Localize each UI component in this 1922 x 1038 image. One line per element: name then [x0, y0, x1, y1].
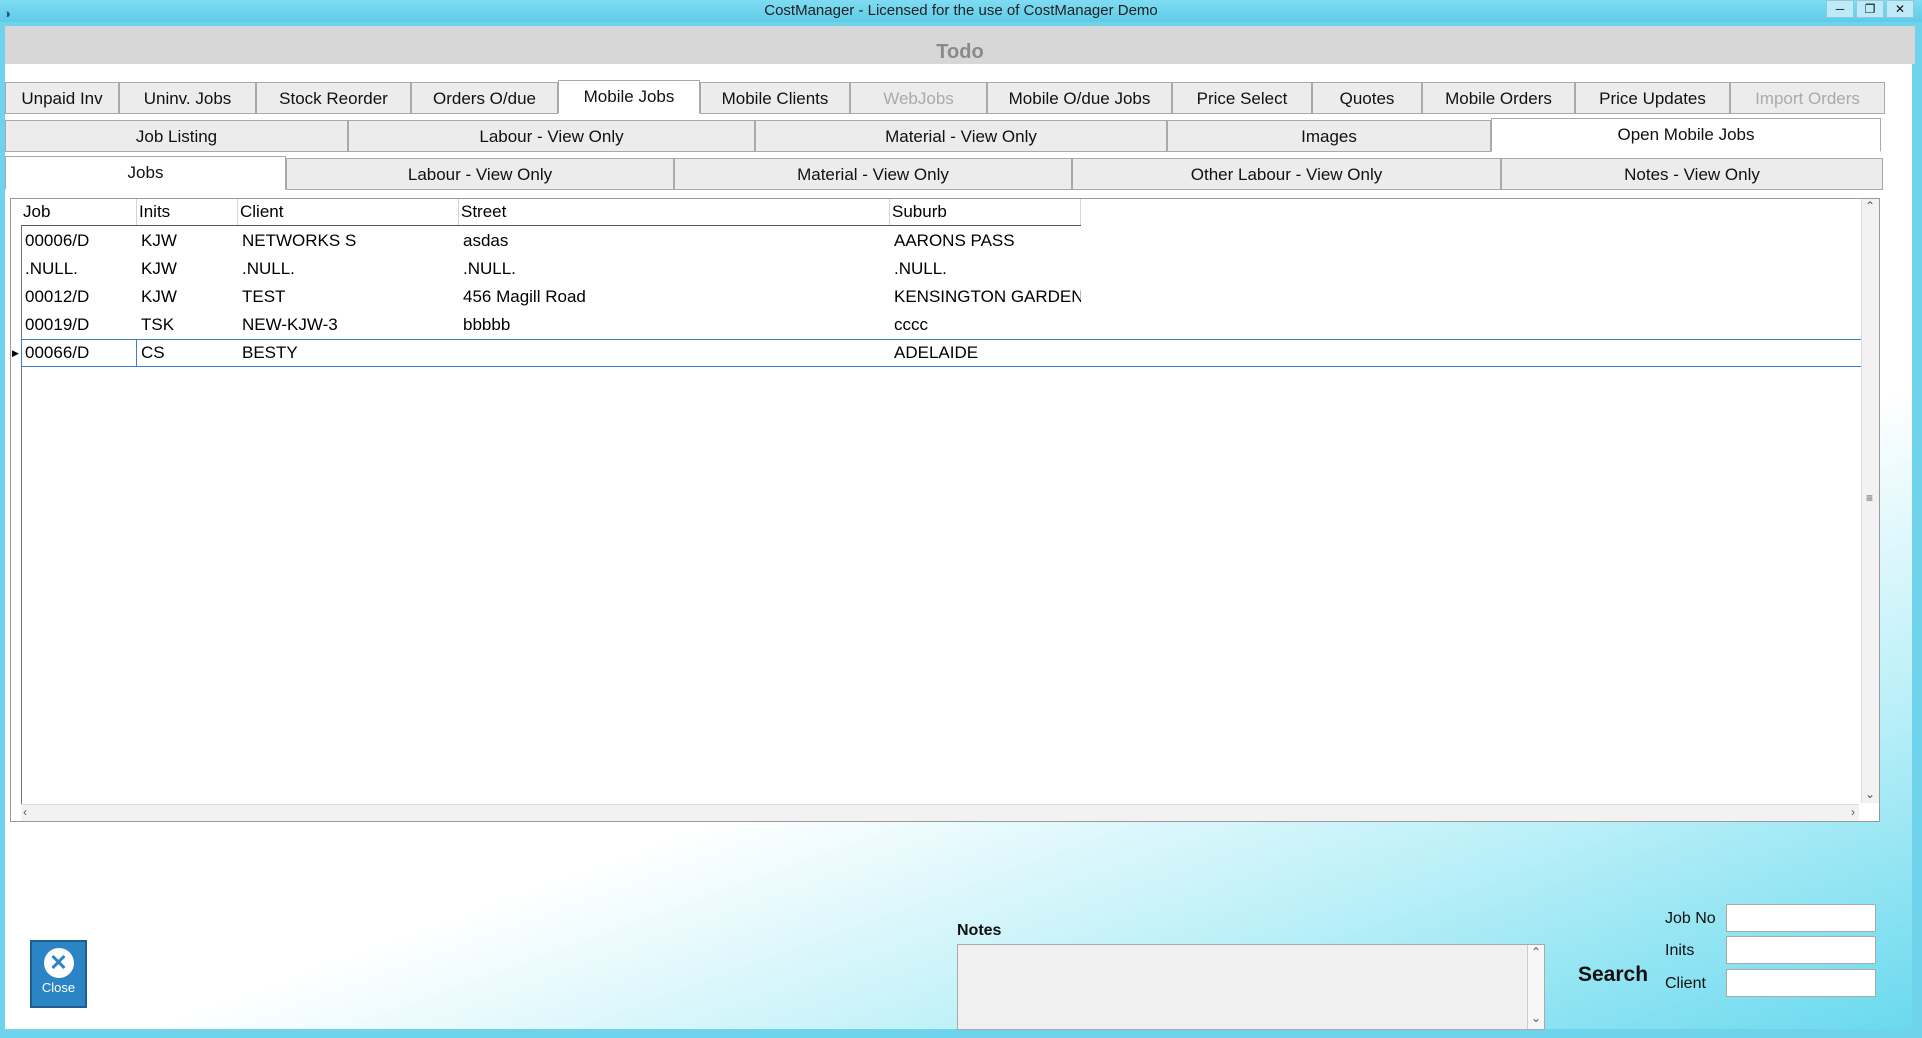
cell-client[interactable]: TEST — [238, 283, 459, 311]
tab-stock-reorder[interactable]: Stock Reorder — [256, 82, 411, 114]
subtab-images[interactable]: Images — [1167, 120, 1491, 152]
cell-inits[interactable]: KJW — [137, 227, 238, 255]
detail-tab-bar: Jobs Labour - View Only Material - View On… — [5, 156, 1883, 190]
tab-webjobs: WebJobs — [850, 82, 987, 114]
todo-window: Todo Unpaid Inv Uninv. Jobs Stock Reorder O… — [5, 26, 1915, 1030]
scroll-left-icon[interactable]: ‹ — [23, 805, 27, 819]
tab-mobile-orders[interactable]: Mobile Orders — [1422, 82, 1575, 114]
tab-mobile-jobs[interactable]: Mobile Jobs — [558, 80, 700, 114]
cell-street[interactable] — [459, 339, 890, 367]
tab-orders-o-due[interactable]: Orders O/due — [411, 82, 558, 114]
cell-job[interactable]: 00066/D — [21, 339, 137, 367]
cell-suburb[interactable]: .NULL. — [890, 255, 1081, 283]
cell-job[interactable]: .NULL. — [21, 255, 137, 283]
client-label: Client — [1665, 975, 1706, 992]
table-row[interactable]: 00019/D TSK NEW-KJW-3 bbbbb cccc — [21, 311, 1866, 339]
notes-scroll-down-icon[interactable]: ⌄ — [1531, 1011, 1541, 1025]
tab-price-updates[interactable]: Price Updates — [1575, 82, 1730, 114]
current-row-marker-icon: ▶ — [12, 348, 19, 358]
tab-mobile-clients[interactable]: Mobile Clients — [700, 82, 850, 114]
detailtab-jobs[interactable]: Jobs — [5, 156, 286, 190]
page-title: Todo — [5, 26, 1915, 64]
table-row[interactable]: .NULL. KJW .NULL. .NULL. .NULL. — [21, 255, 1866, 283]
detailtab-other-labour-view-only[interactable]: Other Labour - View Only — [1072, 158, 1501, 190]
column-header-suburb[interactable]: Suburb — [890, 199, 1081, 225]
window-title: CostManager - Licensed for the use of Co… — [764, 2, 1158, 19]
cell-client[interactable]: BESTY — [238, 339, 459, 367]
cell-suburb[interactable]: KENSINGTON GARDEN — [890, 283, 1081, 311]
notes-scrollbar[interactable]: ⌃ ⌄ — [1527, 945, 1544, 1029]
notes-textarea[interactable]: ⌃ ⌄ — [957, 944, 1545, 1030]
column-header-street[interactable]: Street — [459, 199, 890, 225]
tab-price-select[interactable]: Price Select — [1172, 82, 1312, 114]
vertical-scrollbar[interactable]: ⌃ ≡ ⌄ — [1861, 199, 1879, 803]
tab-import-orders: Import Orders — [1730, 82, 1885, 114]
column-header-client[interactable]: Client — [238, 199, 459, 225]
restore-button[interactable]: ❐ — [1856, 0, 1884, 18]
window-controls: ─ ❐ ✕ — [1826, 0, 1914, 18]
minimize-button[interactable]: ─ — [1826, 0, 1854, 18]
column-header-job[interactable]: Job — [21, 199, 137, 225]
title-bar: ◑ CostManager - Licensed for the use of … — [0, 0, 1922, 22]
scroll-right-icon[interactable]: › — [1851, 805, 1855, 819]
scroll-down-icon[interactable]: ⌄ — [1865, 787, 1875, 801]
cell-inits[interactable]: KJW — [137, 255, 238, 283]
inits-label: Inits — [1665, 942, 1695, 959]
job-no-input[interactable] — [1726, 904, 1876, 932]
sub-tab-bar: Job Listing Labour - View Only Material - … — [5, 118, 1881, 152]
inits-input[interactable] — [1726, 936, 1876, 964]
search-label: Search — [1578, 963, 1649, 986]
cell-client[interactable]: NEW-KJW-3 — [238, 311, 459, 339]
cell-street[interactable]: 456 Magill Road — [459, 283, 890, 311]
detailtab-notes-view-only[interactable]: Notes - View Only — [1501, 158, 1883, 190]
horizontal-scrollbar[interactable]: ‹ › — [21, 804, 1859, 821]
tab-unpaid-inv[interactable]: Unpaid Inv — [5, 82, 119, 114]
tab-mobile-o-due-jobs[interactable]: Mobile O/due Jobs — [987, 82, 1172, 114]
jobs-grid[interactable]: Job Inits Client Street Suburb 00006/D KJW NET… — [10, 198, 1880, 822]
tab-quotes[interactable]: Quotes — [1312, 82, 1422, 114]
tab-uninv-jobs[interactable]: Uninv. Jobs — [119, 82, 256, 114]
notes-scroll-up-icon[interactable]: ⌃ — [1531, 945, 1541, 959]
notes-label: Notes — [957, 922, 1002, 939]
subtab-labour-view-only[interactable]: Labour - View Only — [348, 120, 755, 152]
client-input[interactable] — [1726, 969, 1876, 997]
job-no-label: Job No — [1665, 910, 1716, 927]
cell-job[interactable]: 00012/D — [21, 283, 137, 311]
scroll-up-icon[interactable]: ⌃ — [1865, 199, 1875, 213]
app-icon[interactable]: ◑ — [3, 3, 11, 25]
table-row[interactable]: ▶ 00066/D CS BESTY ADELAIDE — [12, 339, 1866, 367]
grid-body: 00006/D KJW NETWORKS Sasdas AARONS PASS .NUL… — [12, 227, 1866, 367]
cell-inits[interactable]: TSK — [137, 311, 238, 339]
scroll-thumb-icon[interactable]: ≡ — [1866, 491, 1873, 505]
subtab-open-mobile-jobs[interactable]: Open Mobile Jobs — [1491, 118, 1881, 152]
detailtab-material-view-only[interactable]: Material - View Only — [674, 158, 1072, 190]
column-header-inits[interactable]: Inits — [137, 199, 238, 225]
close-x-icon: ✕ — [43, 948, 74, 978]
subtab-material-view-only[interactable]: Material - View Only — [755, 120, 1167, 152]
cell-client[interactable]: NETWORKS S — [238, 227, 459, 255]
cell-street[interactable]: .NULL. — [459, 255, 890, 283]
close-button-label: Close — [41, 980, 76, 995]
table-row[interactable]: 00006/D KJW NETWORKS Sasdas AARONS PASS — [21, 227, 1866, 255]
close-button[interactable]: ✕ Close — [30, 940, 87, 1008]
main-tab-bar: Unpaid Inv Uninv. Jobs Stock Reorder Orders… — [5, 80, 1885, 114]
cell-suburb[interactable]: AARONS PASS — [890, 227, 1081, 255]
cell-suburb[interactable]: cccc — [890, 311, 1081, 339]
cell-inits[interactable]: KJW — [137, 283, 238, 311]
subtab-job-listing[interactable]: Job Listing — [5, 120, 348, 152]
cell-job[interactable]: 00006/D — [21, 227, 137, 255]
close-window-button[interactable]: ✕ — [1886, 0, 1914, 18]
cell-job[interactable]: 00019/D — [21, 311, 137, 339]
cell-street[interactable]: bbbbb — [459, 311, 890, 339]
cell-street[interactable]: asdas — [459, 227, 890, 255]
cell-suburb[interactable]: ADELAIDE — [890, 339, 1081, 367]
table-row[interactable]: 00012/D KJW TEST 456 Magill Road KENSINGTON … — [21, 283, 1866, 311]
grid-header: Job Inits Client Street Suburb — [21, 199, 1081, 226]
cell-inits[interactable]: CS — [137, 339, 238, 367]
detailtab-labour-view-only[interactable]: Labour - View Only — [286, 158, 674, 190]
cell-client[interactable]: .NULL. — [238, 255, 459, 283]
